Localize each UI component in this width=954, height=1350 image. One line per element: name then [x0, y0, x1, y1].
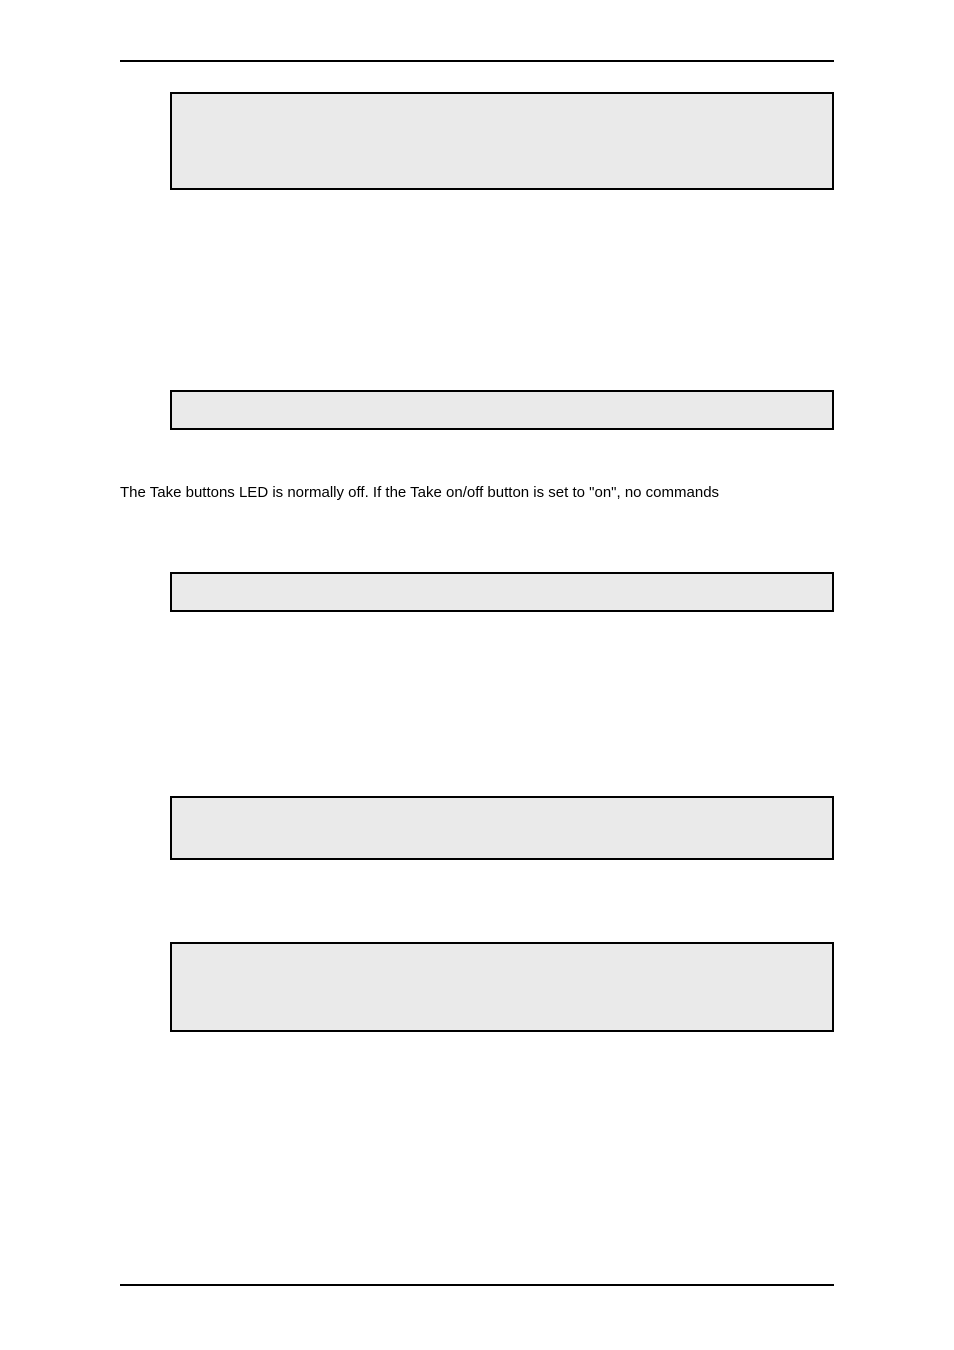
info-box-1	[170, 92, 834, 190]
spacer	[170, 626, 834, 690]
body-paragraph-1: The Take buttons LED is normally off. If…	[120, 482, 834, 504]
spacer	[170, 514, 834, 558]
spacer	[170, 204, 834, 268]
spacer	[170, 918, 834, 928]
spacer	[170, 754, 834, 782]
info-box-3	[170, 572, 834, 612]
content-area: The Take buttons LED is normally off. If…	[120, 92, 834, 1032]
spacer	[170, 332, 834, 376]
info-box-2	[170, 390, 834, 430]
page: The Take buttons LED is normally off. If…	[0, 0, 954, 1350]
info-box-5	[170, 942, 834, 1032]
spacer	[170, 268, 834, 332]
bottom-horizontal-rule	[120, 1284, 834, 1286]
spacer	[170, 444, 834, 472]
top-horizontal-rule	[120, 60, 834, 62]
spacer	[170, 690, 834, 754]
spacer	[170, 874, 834, 918]
info-box-4	[170, 796, 834, 860]
